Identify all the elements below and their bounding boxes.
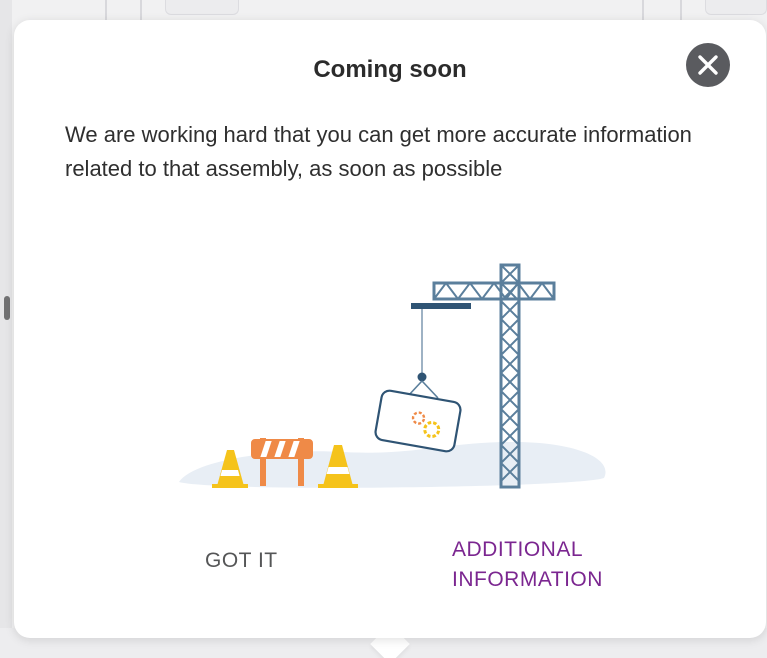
gear-sign-icon: [374, 389, 462, 453]
background-card: [705, 0, 767, 15]
dialog-title: Coming soon: [313, 56, 467, 83]
ground-shape: [179, 442, 606, 488]
close-button[interactable]: [686, 43, 730, 87]
coming-soon-dialog: Coming soon We are working hard that you…: [14, 20, 766, 638]
construction-crane-illustration: [179, 263, 606, 489]
close-icon: [698, 55, 718, 75]
got-it-button[interactable]: GOT IT: [205, 546, 278, 576]
background-panel-left: [0, 0, 12, 658]
dialog-message: We are working hard that you can get mor…: [65, 122, 692, 181]
background-card: [165, 0, 239, 15]
additional-information-button[interactable]: ADDITIONAL INFORMATION: [452, 535, 642, 595]
background-handle: [4, 296, 10, 320]
